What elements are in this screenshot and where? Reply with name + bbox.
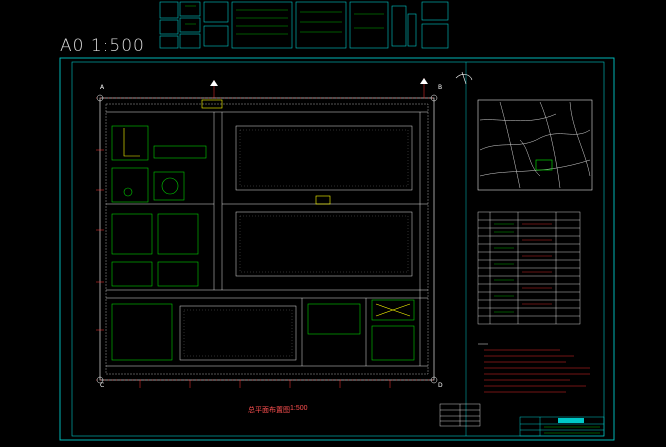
cad-drawing-viewport[interactable]: A0 1:500 总平面布置图 1:500 A B C D [0, 0, 666, 443]
site-plan [96, 71, 473, 388]
axis-label-b: B [438, 84, 443, 91]
notes-block [478, 343, 590, 393]
area-table [439, 403, 481, 427]
location-map [477, 99, 593, 191]
drawing-canvas [59, 1, 615, 441]
drawing-frame [59, 57, 615, 441]
north-arrow-icon [455, 71, 473, 85]
plan-scale: 1:500 [290, 405, 308, 412]
axis-label-a: A [100, 84, 105, 91]
north-gate-icon [210, 80, 218, 86]
east-gate-icon [420, 78, 428, 84]
axis-label-d: D [438, 382, 443, 389]
legend-table [477, 211, 581, 325]
axis-label-c: C [100, 382, 105, 389]
drawing-scale-title: A0 1:500 [60, 36, 145, 56]
title-block [519, 416, 605, 437]
thumbnail-strip [159, 1, 449, 49]
plan-title: 总平面布置图 [248, 407, 290, 414]
